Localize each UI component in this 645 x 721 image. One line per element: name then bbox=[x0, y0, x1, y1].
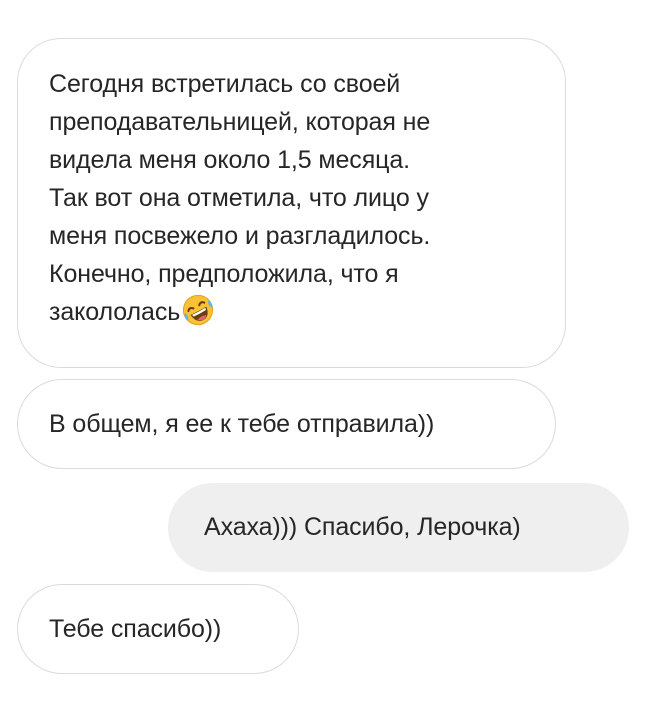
message-text-line: закололась bbox=[49, 293, 535, 331]
message-text-line: Так вот она отметила, что лицо у bbox=[49, 184, 429, 212]
incoming-message-bubble[interactable]: Сегодня встретилась со своей преподавате… bbox=[17, 38, 566, 368]
rolling-on-floor-laughing-emoji-icon bbox=[183, 294, 214, 326]
message-text-line: Конечно, предположила, что я bbox=[49, 260, 399, 288]
message-text: В общем, я ее к тебе отправила)) bbox=[49, 410, 435, 438]
message-text-line: Сегодня встретилась со своей bbox=[49, 70, 401, 98]
outgoing-message-bubble[interactable]: Ахаха))) Спасибо, Лерочка) bbox=[168, 483, 629, 572]
incoming-message-bubble[interactable]: В общем, я ее к тебе отправила)) bbox=[17, 379, 556, 469]
message-text: Ахаха))) Спасибо, Лерочка) bbox=[204, 513, 521, 541]
message-text-line: видела меня около 1,5 месяца. bbox=[49, 146, 411, 174]
message-text-line: преподавательницей, которая не bbox=[49, 108, 431, 136]
incoming-message-bubble[interactable]: Тебе спасибо)) bbox=[17, 584, 299, 674]
message-text-fragment: закололась bbox=[49, 298, 181, 326]
message-text: Тебе спасибо)) bbox=[49, 615, 222, 643]
message-text-line: меня посвежело и разгладилось. bbox=[49, 222, 431, 250]
